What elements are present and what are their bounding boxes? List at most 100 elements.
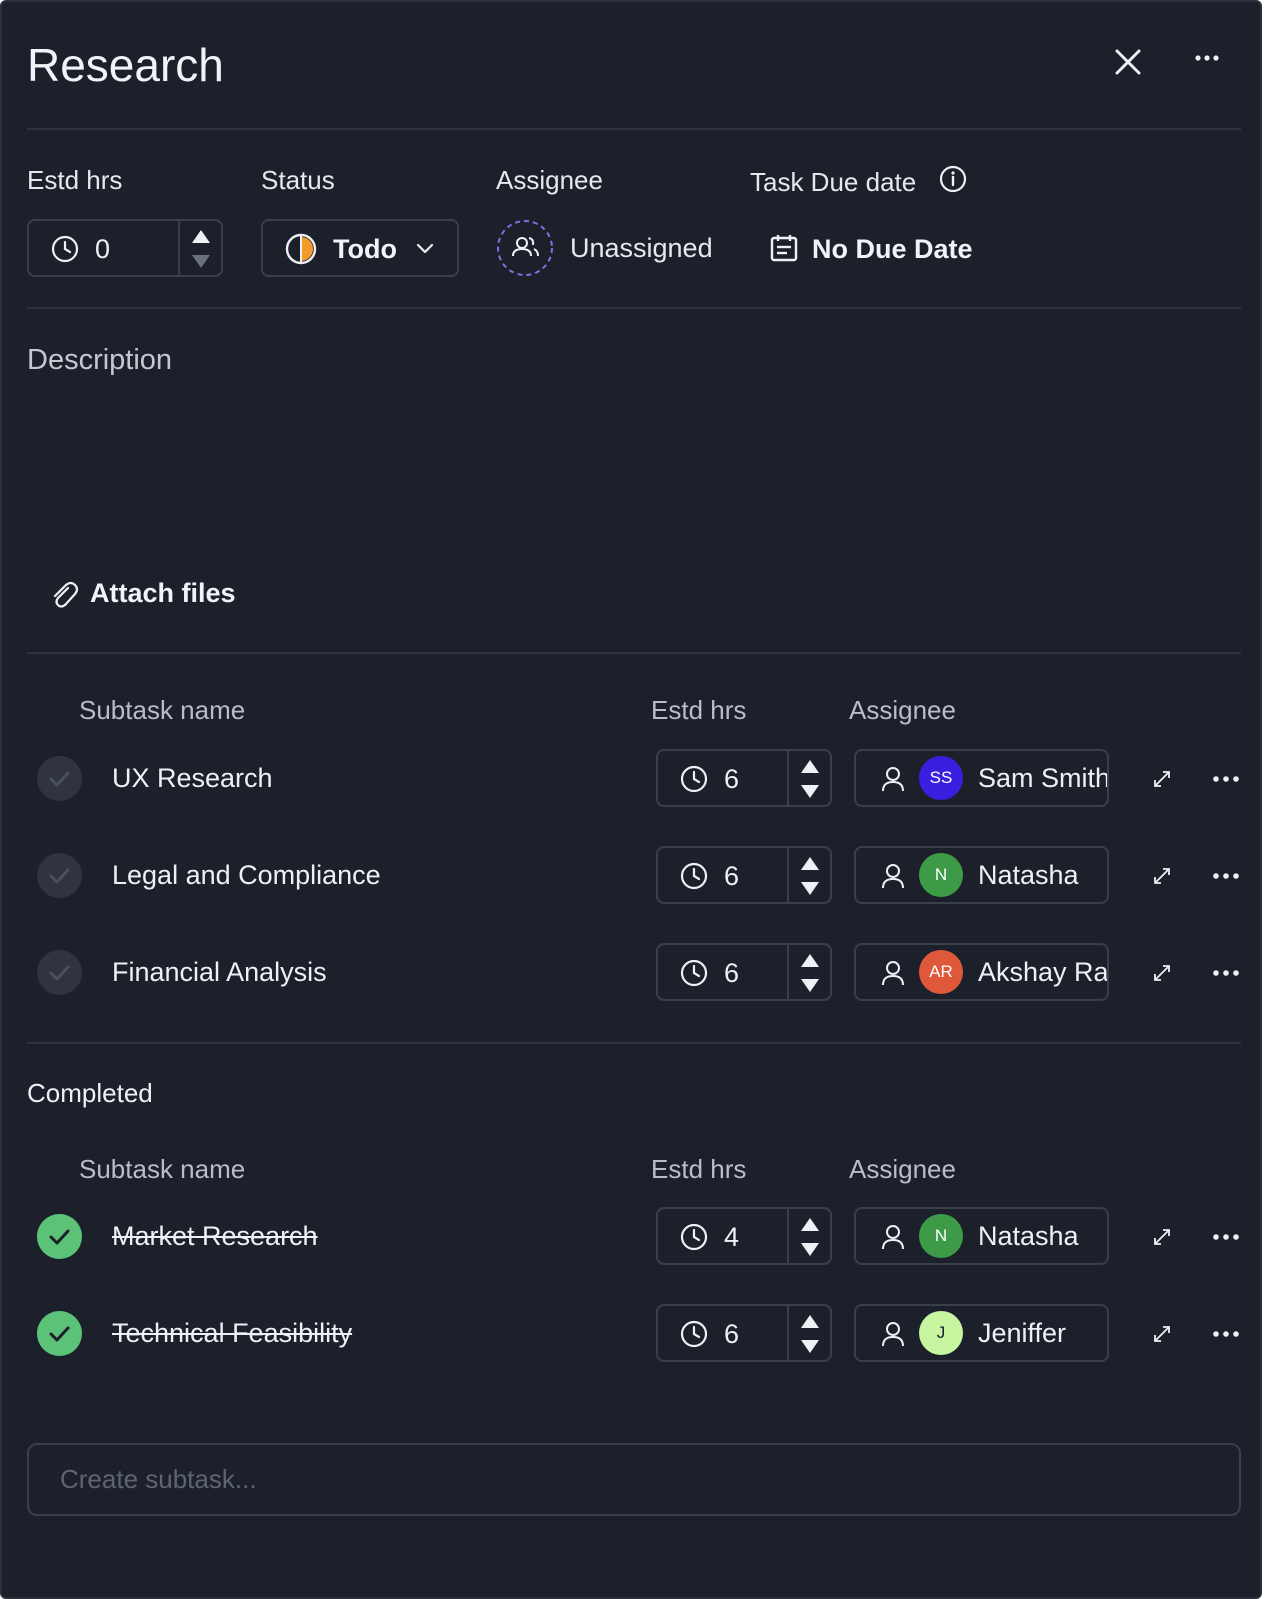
- subtask-hrs-stepper[interactable]: 6: [656, 1304, 832, 1362]
- subtask-complete-toggle[interactable]: [37, 853, 82, 898]
- increment-arrow-icon[interactable]: [799, 757, 821, 775]
- col-subtask-name: Subtask name: [79, 1154, 246, 1184]
- header-divider: [27, 128, 1241, 130]
- description-divider: [27, 652, 1241, 654]
- decrement-arrow-icon[interactable]: [799, 1241, 821, 1259]
- unassigned-users-icon: [497, 220, 553, 276]
- expand-icon: [1154, 771, 1170, 787]
- status-dropdown[interactable]: Todo: [261, 219, 459, 277]
- subtask-assignee-selector[interactable]: N Natasha: [854, 846, 1109, 904]
- completed-divider: [27, 1042, 1241, 1044]
- col-assignee: Assignee: [849, 1154, 956, 1184]
- subtask-name[interactable]: Financial Analysis: [112, 957, 327, 988]
- increment-arrow-icon[interactable]: [799, 854, 821, 872]
- avatar: AR: [919, 950, 963, 994]
- subtask-name[interactable]: UX Research: [112, 763, 273, 794]
- subtask-complete-toggle[interactable]: [37, 950, 82, 995]
- estd-hrs-stepper[interactable]: 0: [27, 219, 223, 277]
- expand-button[interactable]: [1148, 1223, 1176, 1251]
- expand-button[interactable]: [1148, 765, 1176, 793]
- expand-button[interactable]: [1148, 862, 1176, 890]
- subtask-more-button[interactable]: [1208, 866, 1244, 886]
- subtask-assignee-selector[interactable]: J Jeniffer: [854, 1304, 1109, 1362]
- increment-arrow-icon[interactable]: [799, 1215, 821, 1233]
- subtask-more-button[interactable]: [1208, 1227, 1244, 1247]
- subtask-hrs-value[interactable]: 4: [724, 1222, 739, 1253]
- check-icon: [49, 965, 70, 981]
- subtask-hrs-stepper[interactable]: 4: [656, 1207, 832, 1265]
- description-field[interactable]: Description: [27, 344, 172, 377]
- subtask-assignee-name: Natasha: [978, 860, 1079, 890]
- create-subtask-input[interactable]: [27, 1443, 1241, 1516]
- subtask-hrs-value[interactable]: 6: [724, 764, 739, 795]
- subtask-assignee-name: Sam Smith: [978, 763, 1109, 793]
- decrement-arrow-icon[interactable]: [190, 253, 212, 271]
- user-icon: [882, 1322, 904, 1347]
- more-horizontal-icon: [1213, 776, 1239, 782]
- subtask-hrs-value[interactable]: 6: [724, 861, 739, 892]
- increment-arrow-icon[interactable]: [190, 227, 212, 245]
- more-horizontal-icon: [1195, 55, 1219, 61]
- more-horizontal-icon: [1213, 873, 1239, 879]
- subtask-assignee-selector[interactable]: SS Sam Smith: [854, 749, 1109, 807]
- subtask-more-button[interactable]: [1208, 769, 1244, 789]
- expand-button[interactable]: [1148, 1320, 1176, 1348]
- subtask-assignee-name: Akshay Rao: [978, 957, 1109, 987]
- check-icon: [49, 1326, 70, 1342]
- col-subtask-name: Subtask name: [79, 695, 246, 725]
- subtask-complete-toggle[interactable]: [37, 1311, 82, 1356]
- estd-hrs-label: Estd hrs: [27, 165, 123, 195]
- subtask-assignee-name: Natasha: [978, 1221, 1079, 1251]
- avatar: SS: [919, 756, 963, 800]
- subtask-row: UX Research 6 SS Sam Smith: [2, 749, 1264, 809]
- subtask-complete-toggle[interactable]: [37, 1214, 82, 1259]
- more-horizontal-icon: [1213, 970, 1239, 976]
- avatar: N: [919, 853, 963, 897]
- increment-arrow-icon[interactable]: [799, 951, 821, 969]
- expand-button[interactable]: [1148, 959, 1176, 987]
- decrement-arrow-icon[interactable]: [799, 783, 821, 801]
- subtask-more-button[interactable]: [1208, 963, 1244, 983]
- user-icon: [882, 1225, 904, 1250]
- expand-icon: [1154, 965, 1170, 981]
- status-value: Todo: [333, 234, 397, 264]
- clock-icon: [680, 1223, 708, 1251]
- info-icon[interactable]: [938, 164, 968, 194]
- subtask-complete-toggle[interactable]: [37, 756, 82, 801]
- subtask-hrs-stepper[interactable]: 6: [656, 749, 832, 807]
- subtask-assignee-selector[interactable]: N Natasha: [854, 1207, 1109, 1265]
- task-title[interactable]: Research: [27, 38, 224, 92]
- subtask-assignee-selector[interactable]: AR Akshay Rao: [854, 943, 1109, 1001]
- close-button[interactable]: [1106, 42, 1150, 86]
- estd-hrs-value[interactable]: 0: [95, 234, 110, 265]
- decrement-arrow-icon[interactable]: [799, 1338, 821, 1356]
- calendar-icon: [770, 235, 798, 262]
- avatar: J: [919, 1311, 963, 1355]
- subtask-hrs-value[interactable]: 6: [724, 958, 739, 989]
- subtask-row: Market Research 4 N Natasha: [2, 1207, 1264, 1267]
- subtask-hrs-stepper[interactable]: 6: [656, 943, 832, 1001]
- subtask-hrs-stepper[interactable]: 6: [656, 846, 832, 904]
- status-label: Status: [261, 165, 335, 195]
- more-horizontal-icon: [1213, 1234, 1239, 1240]
- subtask-more-button[interactable]: [1208, 1324, 1244, 1344]
- subtask-row: Legal and Compliance 6 N Natasha: [2, 846, 1264, 906]
- subtask-name[interactable]: Market Research: [112, 1221, 318, 1252]
- clock-icon: [680, 862, 708, 890]
- subtask-name[interactable]: Technical Feasibility: [112, 1318, 352, 1349]
- decrement-arrow-icon[interactable]: [799, 880, 821, 898]
- assignee-label: Assignee: [496, 165, 603, 195]
- paperclip-icon: [53, 581, 79, 608]
- subtask-hrs-value[interactable]: 6: [724, 1319, 739, 1350]
- expand-icon: [1154, 1326, 1170, 1342]
- more-horizontal-icon: [1213, 1331, 1239, 1337]
- more-options-button[interactable]: [1186, 42, 1230, 78]
- completed-section-title: Completed: [27, 1078, 153, 1108]
- user-icon: [882, 961, 904, 986]
- subtask-name[interactable]: Legal and Compliance: [112, 860, 381, 891]
- chevron-down-icon: [416, 243, 434, 254]
- clock-icon: [680, 959, 708, 987]
- expand-icon: [1154, 1229, 1170, 1245]
- decrement-arrow-icon[interactable]: [799, 977, 821, 995]
- increment-arrow-icon[interactable]: [799, 1312, 821, 1330]
